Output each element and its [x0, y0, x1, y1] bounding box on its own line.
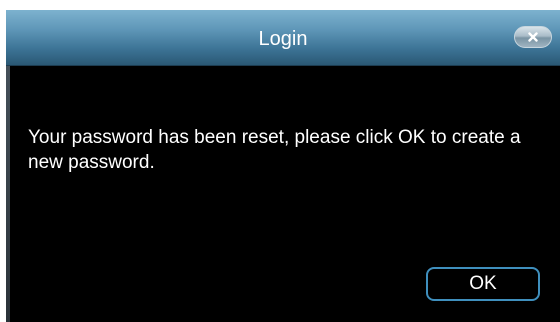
- dialog-title: Login: [258, 28, 308, 50]
- title-bar: Login: [6, 10, 560, 66]
- ok-button[interactable]: OK: [426, 267, 540, 301]
- dialog-message: Your password has been reset, please cli…: [28, 127, 521, 173]
- close-icon: [528, 32, 538, 42]
- close-button[interactable]: [514, 26, 552, 48]
- login-dialog: Login Your password has been reset, plea…: [6, 10, 560, 322]
